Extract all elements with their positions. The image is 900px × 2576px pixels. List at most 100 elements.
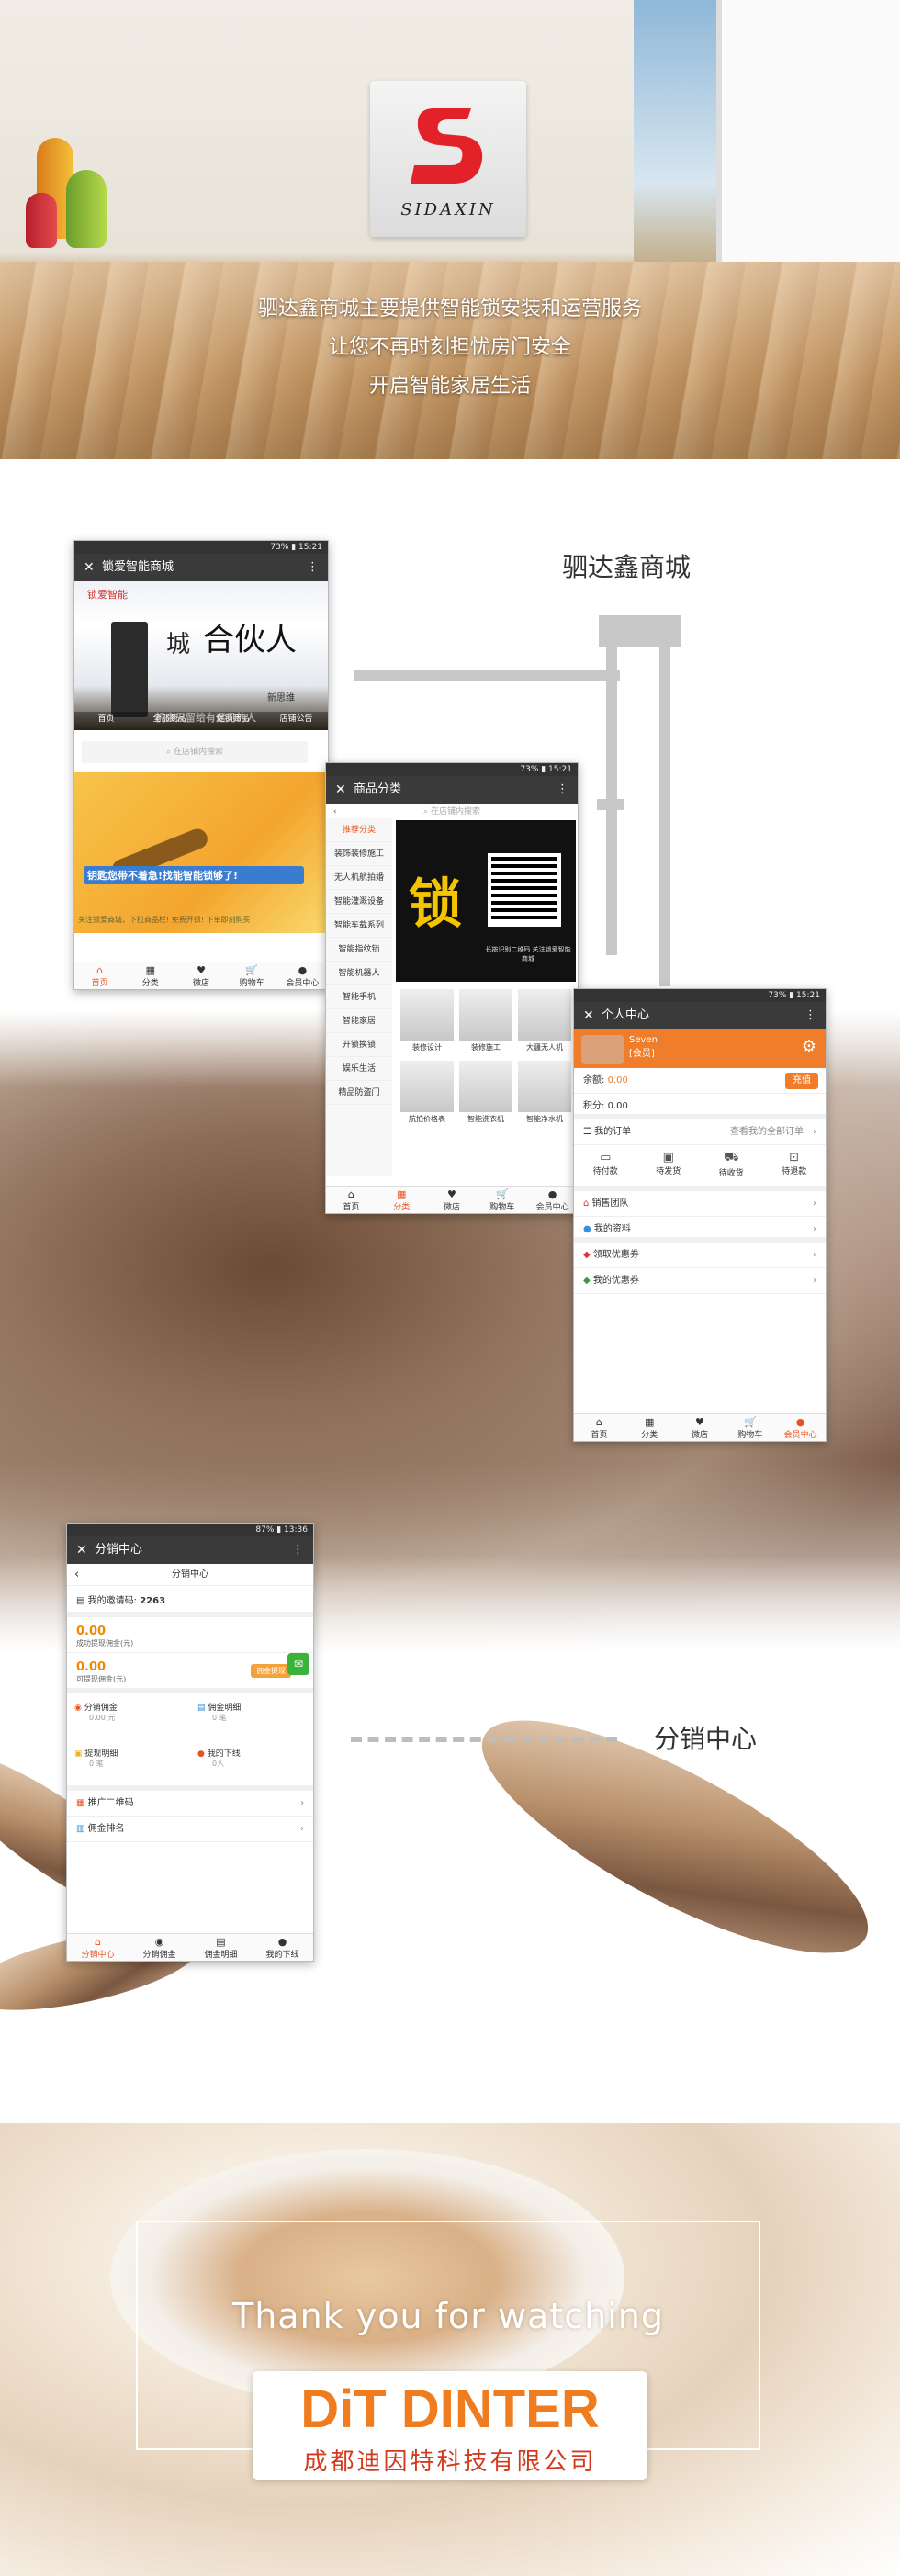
recharge-button[interactable]: 充值 bbox=[785, 1073, 818, 1089]
tab-home[interactable]: ⌂ 首页 bbox=[574, 1414, 624, 1441]
orders-row[interactable]: ☰ 我的订单 查看我的全部订单 › bbox=[574, 1119, 826, 1145]
downline-cell[interactable]: ● 我的下线 0人 bbox=[190, 1739, 313, 1785]
tab-cart[interactable]: 🛒 购物车 bbox=[725, 1414, 775, 1441]
avatar[interactable] bbox=[581, 1035, 624, 1064]
phone-home-screen: 73% ▮ 15:21 ✕ 锁爱智能商城 ⋮ 锁爱智能 城 合伙人 新思维 机会… bbox=[73, 540, 329, 990]
more-icon[interactable]: ⋮ bbox=[804, 1002, 816, 1029]
banner-text: 城 bbox=[166, 631, 191, 658]
grid-item[interactable]: 智能净水机 bbox=[516, 1059, 573, 1131]
tab-home[interactable]: ⌂ 首页 bbox=[326, 1187, 377, 1213]
withdrawn-amount: 0.00 bbox=[76, 1625, 107, 1638]
tab-home[interactable]: ⌂ 首页 bbox=[74, 962, 125, 989]
tab-category[interactable]: ▦ 分类 bbox=[125, 962, 175, 989]
more-icon[interactable]: ⋮ bbox=[557, 776, 568, 804]
more-icon[interactable]: ⋮ bbox=[307, 554, 319, 581]
chevron-right-icon: › bbox=[813, 1127, 816, 1137]
s-logo-icon bbox=[411, 108, 483, 184]
tab-downline[interactable]: ● 我的下线 bbox=[252, 1934, 313, 1961]
close-icon[interactable]: ✕ bbox=[583, 1002, 594, 1029]
profile-row[interactable]: ● 我的资料 › bbox=[574, 1217, 826, 1243]
tab-category[interactable]: ▦ 分类 bbox=[624, 1414, 675, 1441]
tab-cart[interactable]: 🛒 购物车 bbox=[477, 1187, 527, 1213]
available-block: 0.00 可提现佣金(元) 佣金提现 ✉ bbox=[67, 1653, 313, 1693]
category-item[interactable]: 推荐分类 bbox=[326, 818, 392, 842]
connector-line bbox=[354, 670, 620, 681]
quick-link[interactable]: 店铺公告 bbox=[264, 712, 328, 730]
category-item[interactable]: 娱乐生活 bbox=[326, 1057, 392, 1081]
quick-link[interactable]: 促销商品 bbox=[201, 712, 264, 730]
connector-line bbox=[659, 647, 670, 986]
intro-text: 驷达鑫商城主要提供智能锁安装和运营服务 让您不再时刻担忧房门安全 开启智能家居生… bbox=[0, 290, 900, 406]
tab-shop[interactable]: ♥ 微店 bbox=[675, 1414, 726, 1441]
withdraw-button[interactable]: 佣金提现 bbox=[251, 1664, 291, 1678]
promo-banner[interactable]: 钥匙您带不着急!找能智能锁够了! 关注锁爱商城，下拉商品栏! 免费开锁! 下单即… bbox=[74, 772, 328, 933]
quick-link[interactable]: 首页 bbox=[74, 712, 138, 730]
product-image bbox=[459, 989, 512, 1041]
search-input[interactable]: ⌕ 在店铺内搜索 bbox=[82, 741, 308, 763]
home-icon: ⌂ bbox=[96, 964, 104, 976]
order-pending-pay[interactable]: ▭ 待付款 bbox=[574, 1145, 637, 1186]
close-icon[interactable]: ✕ bbox=[335, 776, 346, 804]
order-pending-receive[interactable]: ⛟ 待收货 bbox=[700, 1145, 763, 1186]
category-item[interactable]: 精品防盗门 bbox=[326, 1081, 392, 1105]
back-icon[interactable]: ‹ bbox=[74, 1564, 79, 1586]
grid-item[interactable]: 大疆无人机 bbox=[516, 987, 573, 1059]
category-item[interactable]: 智能车载系列 bbox=[326, 914, 392, 938]
ranking-row[interactable]: ▥ 佣金排名 › bbox=[67, 1817, 313, 1842]
category-banner[interactable]: 锁 长按识别二维码 关注锁爱智能商城 bbox=[396, 820, 576, 982]
withdraw-detail-cell[interactable]: ▣ 提现明细 0 笔 bbox=[67, 1739, 190, 1785]
order-pending-refund[interactable]: ⊡ 待退款 bbox=[763, 1145, 827, 1186]
category-item[interactable]: 开锁换锁 bbox=[326, 1033, 392, 1057]
tab-commission[interactable]: ◉ 分销佣金 bbox=[129, 1934, 190, 1961]
grid-item[interactable]: 航拍价格表 bbox=[399, 1059, 456, 1131]
grid-item[interactable]: 装修施工 bbox=[457, 987, 514, 1059]
mall-section-title: 驷达鑫商城 bbox=[562, 552, 692, 582]
user-icon: ● bbox=[547, 1188, 557, 1200]
tab-shop[interactable]: ♥ 微店 bbox=[175, 962, 226, 989]
order-pending-ship[interactable]: ▣ 待发货 bbox=[637, 1145, 701, 1186]
phone-category-screen: 73% ▮ 15:21 ✕ 商品分类 ⋮ ‹ ⌕ 在店铺内搜索 推荐分类 装饰装… bbox=[325, 762, 579, 1214]
thanks-text: Thank you for watching bbox=[232, 2296, 664, 2336]
category-item[interactable]: 智能灌溉设备 bbox=[326, 890, 392, 914]
grid-item[interactable]: 装修设计 bbox=[399, 987, 456, 1059]
title-bar: ✕ 分销中心 ⋮ bbox=[67, 1536, 313, 1564]
banner-caption: 长按识别二维码 关注锁爱智能商城 bbox=[485, 946, 571, 962]
tab-commission-detail[interactable]: ▤ 佣金明细 bbox=[190, 1934, 252, 1961]
more-icon[interactable]: ⋮ bbox=[292, 1536, 304, 1564]
gear-icon[interactable]: ⚙ bbox=[802, 1037, 816, 1056]
sales-team-row[interactable]: ⌂ 销售团队 › bbox=[574, 1191, 826, 1217]
category-item[interactable]: 无人机航拍婚 bbox=[326, 866, 392, 890]
tab-distribution[interactable]: ⌂ 分销中心 bbox=[67, 1934, 129, 1961]
close-icon[interactable]: ✕ bbox=[76, 1536, 87, 1564]
points-row: 积分: 0.00 bbox=[574, 1094, 826, 1119]
all-orders-link[interactable]: 查看我的全部订单 bbox=[730, 1119, 804, 1145]
category-item[interactable]: 智能机器人 bbox=[326, 962, 392, 985]
status-bar: 73% ▮ 15:21 bbox=[574, 989, 826, 1002]
partner-banner[interactable]: 锁爱智能 城 合伙人 新思维 机会只留给有远见的人 bbox=[74, 581, 328, 730]
invite-code: 2263 bbox=[140, 1596, 166, 1606]
commission-detail-cell[interactable]: ▤ 佣金明细 0 笔 bbox=[190, 1693, 313, 1739]
quick-link[interactable]: 全部商品 bbox=[138, 712, 201, 730]
tab-member[interactable]: ● 会员中心 bbox=[527, 1187, 578, 1213]
bottom-tab-bar: ⌂ 首页 ▦ 分类 ♥ 微店 🛒 购物车 ● 会员中心 bbox=[574, 1413, 826, 1441]
category-item[interactable]: 智能指纹锁 bbox=[326, 938, 392, 962]
coupon-icon: ◆ bbox=[583, 1276, 593, 1286]
category-item[interactable]: 智能家居 bbox=[326, 1009, 392, 1033]
commission-cell[interactable]: ◉ 分销佣金 0.00 元 bbox=[67, 1693, 190, 1739]
tab-cart[interactable]: 🛒 购物车 bbox=[227, 962, 277, 989]
grid-item[interactable]: 智能洗衣机 bbox=[457, 1059, 514, 1131]
my-coupon-row[interactable]: ◆ 我的优惠券 › bbox=[574, 1268, 826, 1294]
tab-member[interactable]: ● 会员中心 bbox=[775, 1414, 826, 1441]
category-item[interactable]: 装饰装修施工 bbox=[326, 842, 392, 866]
qr-promo-row[interactable]: ▦ 推广二维码 › bbox=[67, 1791, 313, 1817]
get-coupon-row[interactable]: ◆ 领取优惠券 › bbox=[574, 1243, 826, 1268]
tab-member[interactable]: ● 会员中心 bbox=[277, 962, 328, 989]
close-icon[interactable]: ✕ bbox=[84, 554, 95, 581]
category-item[interactable]: 智能手机 bbox=[326, 985, 392, 1009]
tab-shop[interactable]: ♥ 微店 bbox=[427, 1187, 478, 1213]
promo-text: 钥匙您带不着急!找能智能锁够了! bbox=[84, 866, 304, 884]
wechat-icon[interactable]: ✉ bbox=[287, 1653, 309, 1675]
bottom-tab-bar: ⌂ 分销中心 ◉ 分销佣金 ▤ 佣金明细 ● 我的下线 bbox=[67, 1933, 313, 1961]
heart-icon: ♥ bbox=[447, 1188, 456, 1200]
tab-category[interactable]: ▦ 分类 bbox=[377, 1187, 427, 1213]
